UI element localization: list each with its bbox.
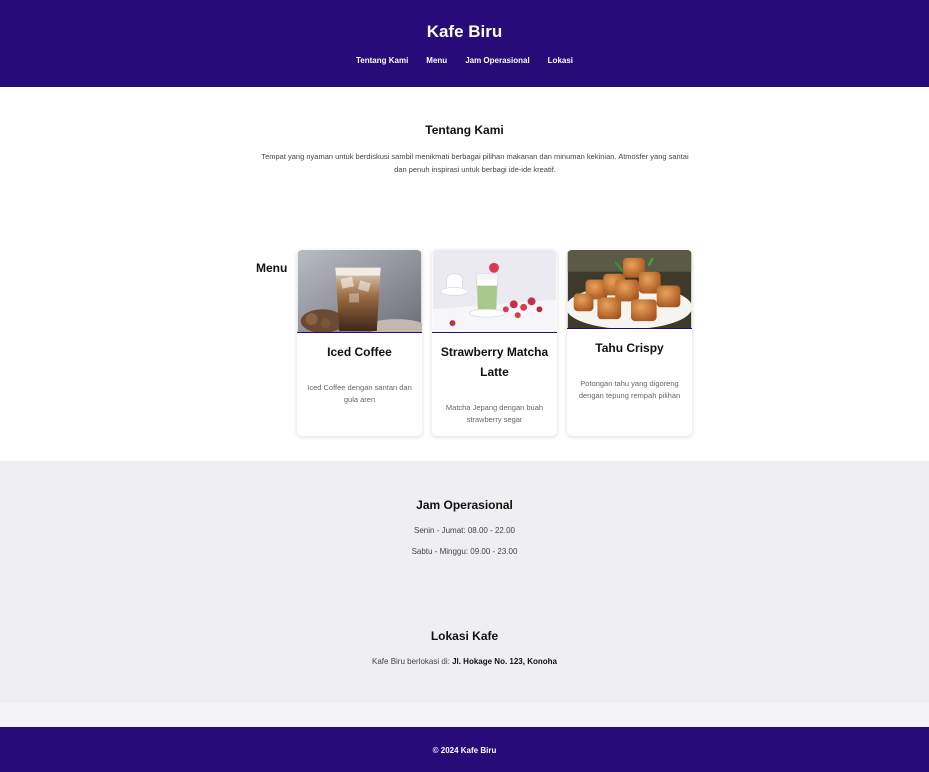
location-text: Kafe Biru berlokasi di: Jl. Hokage No. 1…	[0, 657, 929, 666]
site-title: Kafe Biru	[426, 22, 503, 41]
hours-weekend: Sabtu - Minggu: 09.00 - 23.00	[411, 547, 518, 556]
menu-item-desc: Potongan tahu yang digoreng dengan tepun…	[578, 379, 681, 400]
site-header: Kafe Biru Tentang Kami Menu Jam Operasio…	[0, 0, 929, 87]
menu-item-title: Iced Coffee	[327, 345, 392, 359]
about-text: Tempat yang nyaman untuk berdiskusi samb…	[261, 152, 689, 174]
menu-card-iced-coffee[interactable]: Iced Coffee Iced Coffee dengan santan da…	[297, 250, 422, 436]
about-heading: Tentang Kami	[425, 123, 504, 137]
nav-link-jam-operasional[interactable]: Jam Operasional	[465, 56, 529, 65]
menu-card-tahu-crispy[interactable]: Tahu Crispy Potongan tahu yang digoreng …	[567, 250, 692, 436]
hours-heading: Jam Operasional	[416, 498, 513, 512]
menu-item-desc: Iced Coffee dengan santan dan gula aren	[307, 383, 412, 404]
about-section: Tentang Kami Tempat yang nyaman untuk be…	[0, 87, 929, 227]
tahu-crispy-image	[567, 250, 692, 329]
footer-copyright: © 2024 Kafe Biru	[432, 746, 497, 755]
hours-weekday: Senin - Jumat: 08.00 - 22.00	[414, 526, 515, 535]
hours-section: Jam Operasional Senin - Jumat: 08.00 - 2…	[0, 461, 929, 593]
menu-heading: Menu	[256, 261, 288, 275]
nav-link-menu[interactable]: Menu	[426, 56, 447, 65]
menu-section: Menu Iced Coffee Iced Coffee dengan sant…	[0, 227, 929, 461]
site-footer: © 2024 Kafe Biru	[0, 727, 929, 772]
location-heading: Lokasi Kafe	[430, 629, 499, 643]
location-prefix: Kafe Biru berlokasi di:	[372, 657, 453, 666]
iced-coffee-image	[297, 250, 422, 333]
location-section: Lokasi Kafe Kafe Biru berlokasi di: Jl. …	[0, 593, 929, 703]
nav-link-tentang-kami[interactable]: Tentang Kami	[356, 56, 408, 65]
menu-item-title: Tahu Crispy	[595, 341, 664, 355]
menu-card-strawberry-matcha-latte[interactable]: Strawberry Matcha Latte Matcha Jepang de…	[432, 250, 557, 436]
menu-item-title: Strawberry Matcha Latte	[440, 345, 549, 379]
nav-link-lokasi[interactable]: Lokasi	[548, 56, 573, 65]
menu-item-desc: Matcha Jepang dengan buah strawberry seg…	[445, 403, 544, 424]
main-nav: Tentang Kami Menu Jam Operasional Lokasi	[0, 56, 929, 65]
location-address: Jl. Hokage No. 123, Konoha	[452, 657, 557, 666]
strawberry-matcha-latte-image	[432, 250, 557, 333]
